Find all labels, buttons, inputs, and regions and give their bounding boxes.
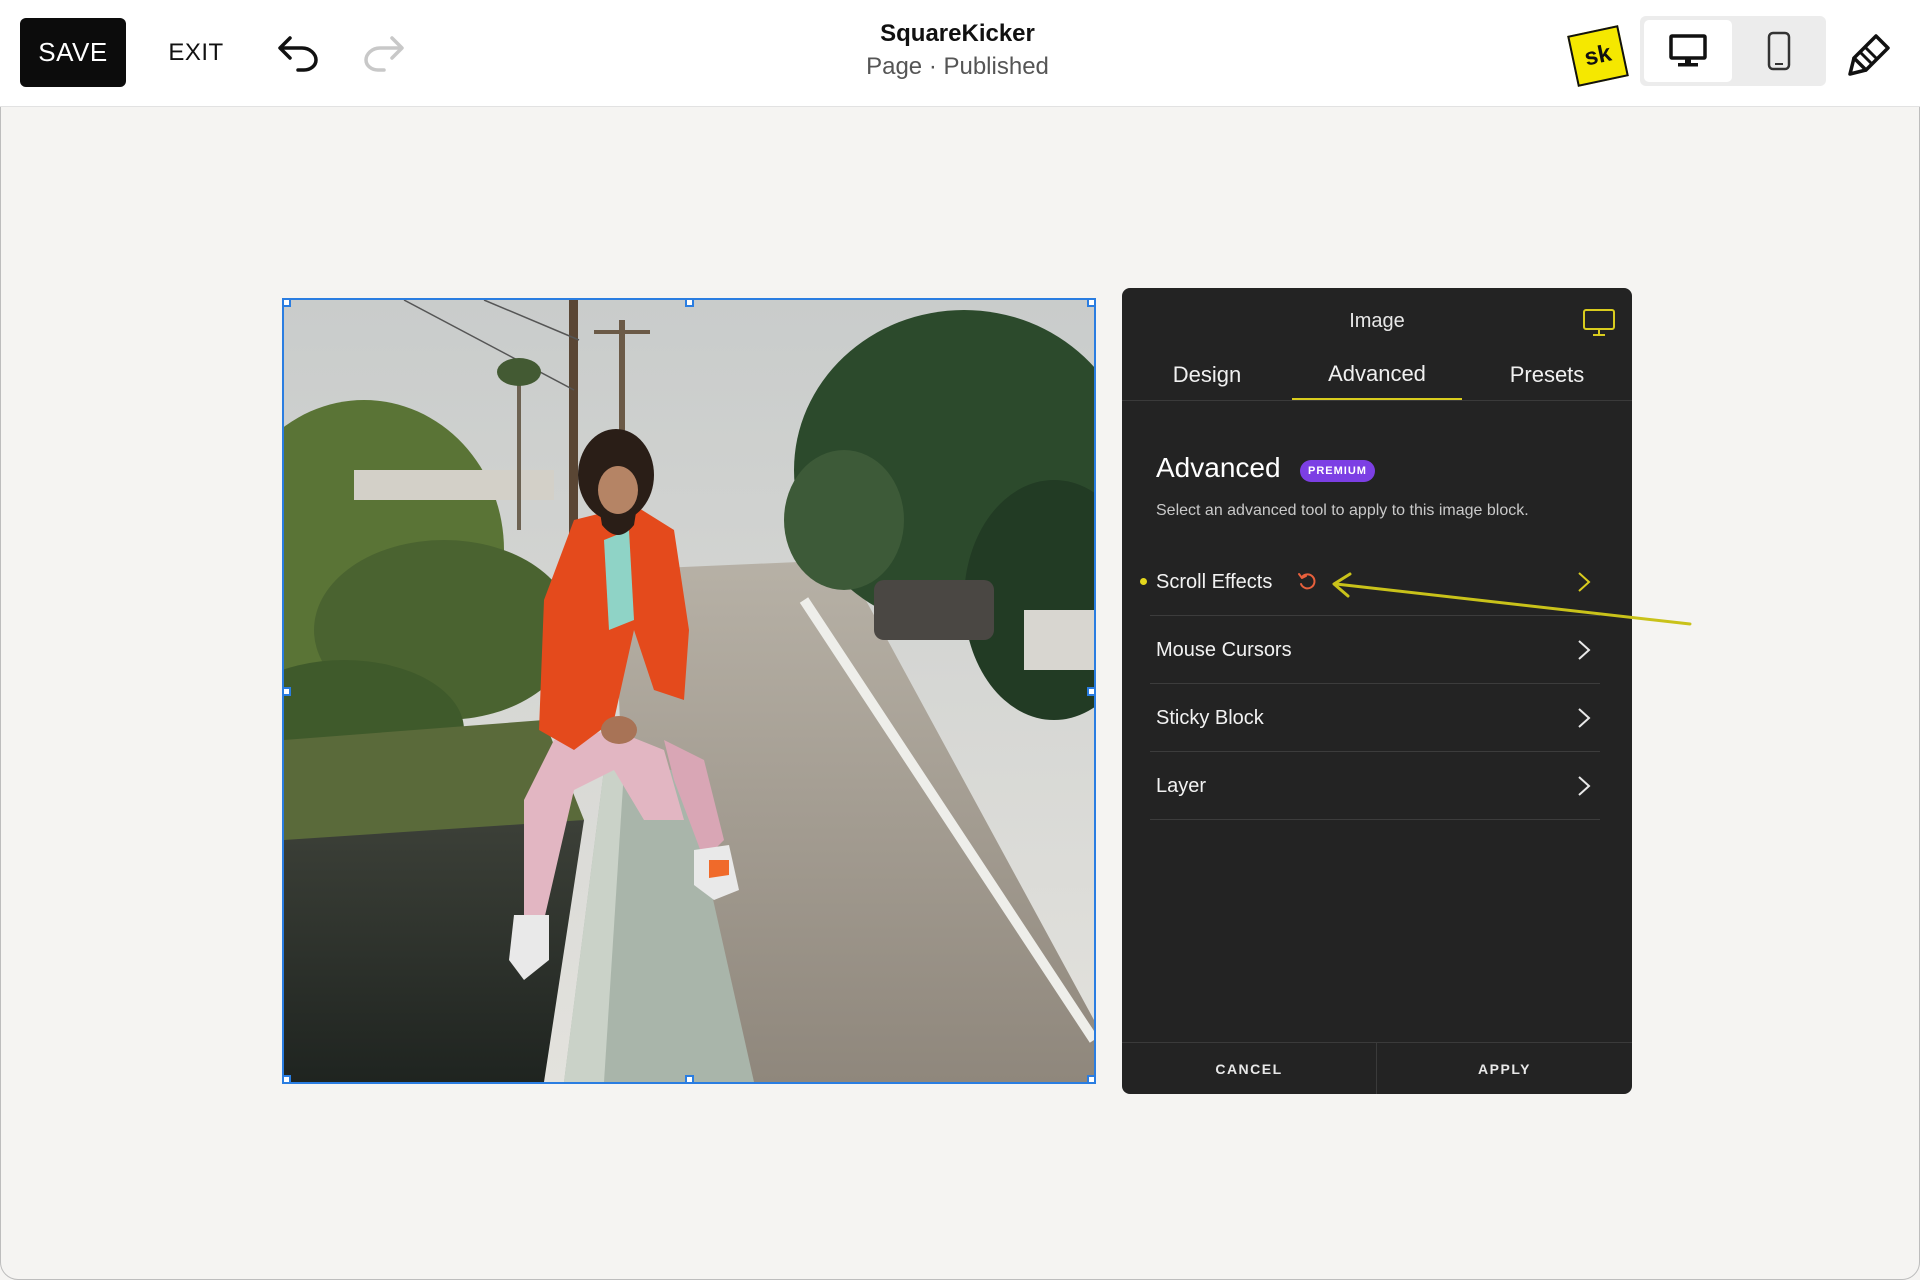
save-button[interactable]: SAVE [20,18,126,87]
mobile-view-button[interactable] [1736,20,1822,82]
menu-item-label: Mouse Cursors [1156,638,1292,661]
image-settings-panel: Image Design Advanced Presets Advanced P… [1122,288,1632,1094]
redo-icon[interactable] [360,28,408,76]
logo-text: sk [1582,39,1614,72]
chevron-right-icon [1578,708,1591,728]
exit-button[interactable]: EXIT [158,18,234,87]
tab-advanced[interactable]: Advanced [1292,350,1462,400]
cancel-button[interactable]: CANCEL [1122,1043,1376,1094]
section-title: Advanced [1156,452,1281,483]
undo-icon[interactable] [274,28,322,76]
reset-icon[interactable] [1296,571,1318,593]
desktop-icon [1669,34,1707,67]
resize-handle-right[interactable] [1087,687,1094,696]
menu-item-label: Scroll Effects [1156,570,1273,593]
resize-handle-top-right[interactable] [1087,300,1094,307]
menu-item-sticky-block[interactable]: Sticky Block [1150,684,1600,752]
panel-title: Image [1349,310,1405,332]
resize-handle-left[interactable] [284,687,291,696]
menu-item-layer[interactable]: Layer [1150,752,1600,820]
menu-item-label: Layer [1156,774,1207,797]
panel-footer: CANCEL APPLY [1122,1042,1632,1094]
resize-handle-top-left[interactable] [284,300,291,307]
menu-item-label: Sticky Block [1156,706,1264,729]
section-description: Select an advanced tool to apply to this… [1156,502,1529,519]
image-block[interactable] [282,298,1096,1084]
resize-handle-bottom-left[interactable] [284,1075,291,1082]
panel-tabs: Design Advanced Presets [1122,350,1632,401]
photo-person-on-bridge [284,300,1094,1082]
chevron-right-icon [1578,640,1591,660]
device-toggle [1640,16,1826,86]
site-title: SquareKicker [880,20,1035,47]
tab-presets[interactable]: Presets [1462,350,1632,400]
monitor-icon[interactable] [1582,308,1616,338]
apply-button[interactable]: APPLY [1377,1043,1632,1094]
design-brush-icon[interactable] [1846,30,1894,78]
premium-badge: PREMIUM [1300,460,1375,482]
annotation-arrow-icon [1332,572,1692,626]
resize-handle-top[interactable] [685,300,694,307]
page-status: Page · Published [866,53,1049,80]
active-indicator-dot [1140,578,1147,585]
resize-handle-bottom-right[interactable] [1087,1075,1094,1082]
tab-design[interactable]: Design [1122,350,1292,400]
resize-handle-bottom[interactable] [685,1075,694,1082]
top-toolbar: SAVE EXIT SquareKicker Page · Published … [0,0,1920,107]
squarekicker-logo[interactable]: sk [1567,25,1629,87]
desktop-view-button[interactable] [1644,20,1732,82]
chevron-right-icon [1578,776,1591,796]
mobile-icon [1767,31,1791,71]
